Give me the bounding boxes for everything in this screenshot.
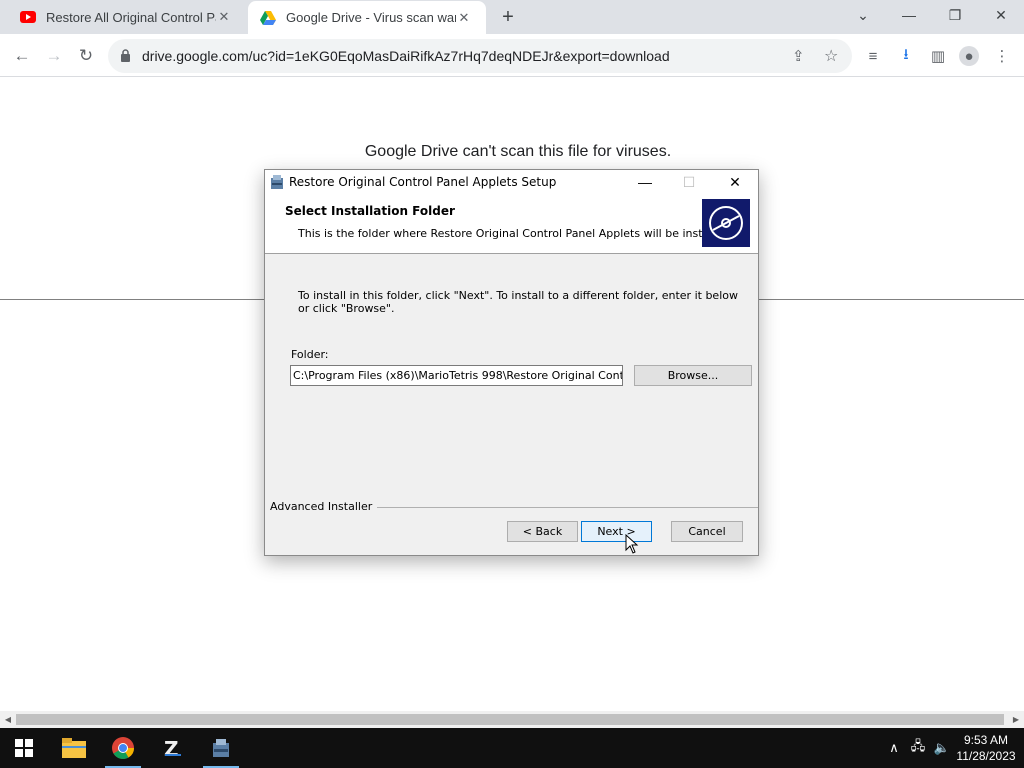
cancel-button[interactable]: Cancel <box>671 521 743 542</box>
windows-start-icon[interactable] <box>0 728 48 768</box>
profile-avatar-icon[interactable]: ● <box>959 46 979 66</box>
lock-icon <box>120 49 132 63</box>
network-icon[interactable]: 🖧 <box>909 738 927 757</box>
installer-brand-label: Advanced Installer <box>270 500 378 513</box>
close-tab-icon[interactable]: ✕ <box>216 9 232 25</box>
clock-time: 9:53 AM <box>963 733 1009 747</box>
share-icon[interactable]: ⇪ <box>792 47 805 65</box>
tab-youtube[interactable]: Restore All Original Control Pane ✕ <box>8 0 248 34</box>
scroll-left-icon[interactable]: ◀ <box>0 711 16 728</box>
installer-dialog: Restore Original Control Panel Applets S… <box>264 169 759 556</box>
dialog-banner: Select Installation Folder This is the f… <box>265 194 758 254</box>
dialog-title: Restore Original Control Panel Applets S… <box>289 175 557 189</box>
installer-app-icon <box>269 174 285 190</box>
scrollbar-thumb[interactable] <box>16 714 1004 725</box>
tab-search-icon[interactable]: ⌄ <box>840 0 886 30</box>
url-text: drive.google.com/uc?id=1eKG0EqoMasDaiRif… <box>142 48 670 64</box>
bookmark-star-icon[interactable]: ☆ <box>824 46 838 66</box>
show-hidden-icons-icon[interactable]: ∧ <box>885 739 903 757</box>
system-clock[interactable]: 9:53 AM 11/28/2023 <box>955 732 1017 764</box>
volume-muted-icon[interactable]: 🔈 <box>933 739 951 757</box>
horizontal-scrollbar[interactable]: ◀ ▶ <box>0 711 1024 728</box>
close-window-button[interactable]: ✕ <box>978 0 1024 30</box>
dialog-minimize-button[interactable]: — <box>625 170 665 194</box>
close-tab-icon[interactable]: ✕ <box>456 10 472 26</box>
folder-label: Folder: <box>291 348 329 361</box>
tab-label: Google Drive - Virus scan warnin <box>286 10 456 25</box>
tab-google-drive[interactable]: Google Drive - Virus scan warnin ✕ <box>248 1 486 34</box>
winzip-z-icon[interactable]: Z <box>148 728 196 768</box>
page-title: Google Drive can't scan this file for vi… <box>364 143 672 160</box>
youtube-icon <box>20 9 36 25</box>
google-drive-icon <box>260 10 276 26</box>
taskbar: Z ∧ 🖧 🔈 9:53 AM 11/28/2023 <box>0 728 1024 768</box>
dialog-close-button[interactable]: ✕ <box>715 170 755 194</box>
menu-kebab-icon[interactable]: ⋮ <box>992 46 1012 66</box>
new-tab-button[interactable]: + <box>496 6 520 28</box>
reload-icon[interactable]: ↻ <box>72 42 100 70</box>
dialog-instructions: To install in this folder, click "Next".… <box>298 289 738 315</box>
dialog-subheading: This is the folder where Restore Origina… <box>298 227 726 240</box>
back-arrow-icon[interactable]: ← <box>8 42 36 70</box>
dialog-titlebar[interactable]: Restore Original Control Panel Applets S… <box>265 170 758 194</box>
download-icon[interactable]: ⭳ <box>896 46 916 66</box>
scroll-right-icon[interactable]: ▶ <box>1008 711 1024 728</box>
forward-arrow-icon[interactable]: → <box>40 42 68 70</box>
folder-path-input[interactable]: C:\Program Files (x86)\MarioTetris 998\R… <box>290 365 623 386</box>
side-panel-icon[interactable]: ▥ <box>928 46 948 66</box>
back-button[interactable]: < Back <box>507 521 578 542</box>
mouse-cursor-icon <box>625 533 639 554</box>
clock-date: 11/28/2023 <box>956 749 1016 763</box>
next-button[interactable]: Next > <box>581 521 652 542</box>
dialog-maximize-button: ☐ <box>682 173 696 190</box>
chrome-icon[interactable] <box>99 728 147 768</box>
restore-button[interactable]: ❐ <box>932 0 978 30</box>
browse-button[interactable]: Browse... <box>634 365 752 386</box>
minimize-button[interactable]: — <box>886 0 932 30</box>
media-control-icon[interactable]: ≡ <box>863 46 883 66</box>
file-explorer-icon[interactable] <box>50 728 98 768</box>
tab-label: Restore All Original Control Pane <box>46 9 216 25</box>
tab-strip: Restore All Original Control Pane ✕ Goog… <box>0 0 1024 34</box>
browser-toolbar: ← → ↻ drive.google.com/uc?id=1eKG0EqoMas… <box>0 34 1024 77</box>
disc-logo-icon <box>702 199 750 247</box>
dialog-heading: Select Installation Folder <box>285 204 455 218</box>
installer-taskbar-icon[interactable] <box>197 728 245 768</box>
address-bar[interactable]: drive.google.com/uc?id=1eKG0EqoMasDaiRif… <box>108 39 852 73</box>
